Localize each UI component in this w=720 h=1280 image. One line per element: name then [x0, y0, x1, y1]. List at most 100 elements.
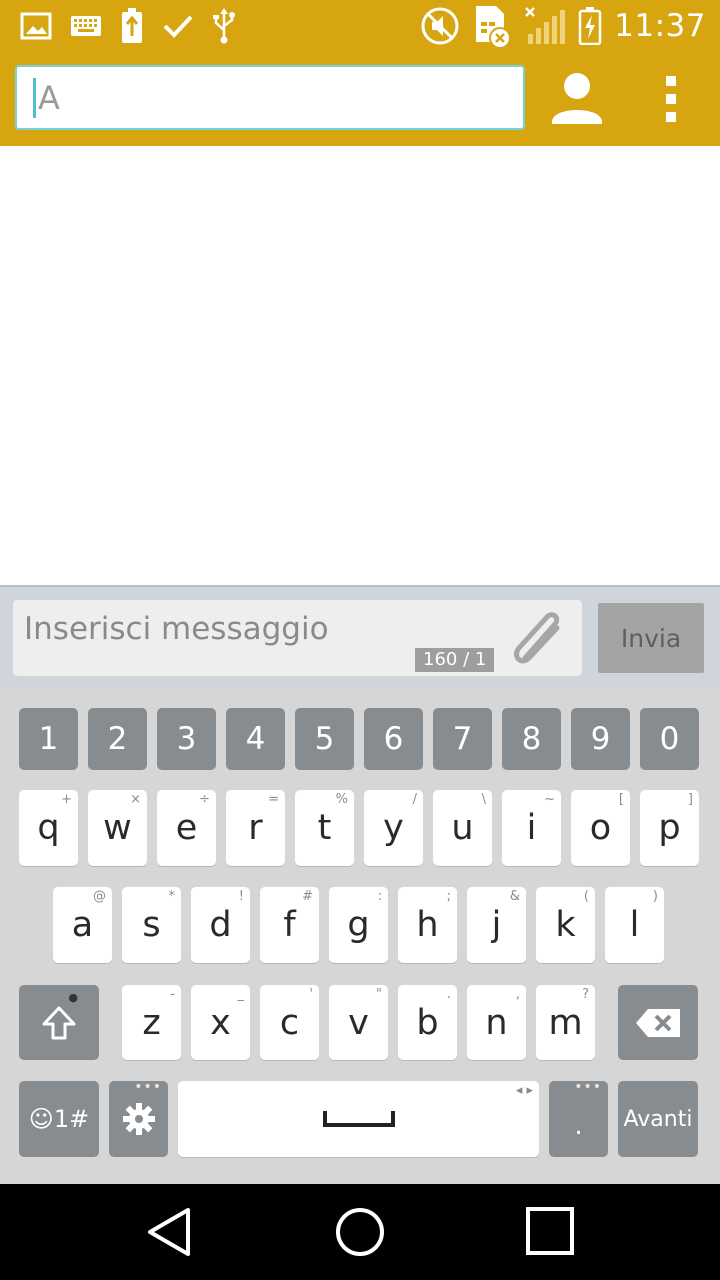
key-label: 6	[383, 721, 404, 757]
recipient-input[interactable]: A	[15, 65, 525, 130]
letter-key-d[interactable]: ! d	[191, 887, 250, 963]
message-input[interactable]: Inserisci messaggio 160 / 1	[13, 600, 582, 676]
status-left-icons	[0, 8, 256, 44]
key-label: u	[451, 808, 474, 848]
letter-key-p[interactable]: ] p	[640, 790, 699, 866]
key-label: k	[555, 905, 576, 945]
send-button[interactable]: Invia	[598, 603, 704, 673]
number-key-3[interactable]: 3	[157, 708, 216, 770]
key-label: r	[248, 808, 263, 848]
contact-picker-icon[interactable]	[548, 68, 606, 128]
letter-key-z[interactable]: -z	[122, 985, 181, 1060]
key-hint: +	[61, 792, 72, 807]
number-key-7[interactable]: 7	[433, 708, 492, 770]
key-label: s	[142, 905, 161, 945]
backspace-key[interactable]	[618, 985, 698, 1060]
recipient-input-value: A	[38, 78, 60, 117]
key-hint: "	[376, 987, 382, 1002]
space-key[interactable]: ◂ ▸	[178, 1081, 539, 1157]
back-icon[interactable]	[142, 1204, 202, 1260]
letter-key-r[interactable]: = r	[226, 790, 285, 866]
key-hint: *	[168, 889, 176, 904]
period-key[interactable]: ••• .	[549, 1079, 608, 1157]
key-hint: )	[652, 889, 658, 904]
letter-key-q[interactable]: + q	[19, 790, 78, 866]
key-hint: ÷	[199, 792, 210, 807]
sim-error-icon	[476, 6, 512, 48]
letter-key-b[interactable]: .b	[398, 985, 457, 1060]
letter-key-f[interactable]: # f	[260, 887, 319, 963]
letter-key-u[interactable]: \ u	[433, 790, 492, 866]
enter-key[interactable]: Avanti	[618, 1081, 698, 1157]
letter-key-s[interactable]: * s	[122, 887, 181, 963]
key-label: 5	[314, 721, 335, 757]
key-hint: .	[446, 987, 451, 1002]
key-label: l	[629, 905, 640, 945]
letter-key-n[interactable]: ,n	[467, 985, 526, 1060]
letter-key-j[interactable]: & j	[467, 887, 526, 963]
shift-lock-indicator: ●	[68, 991, 79, 1004]
attachment-icon[interactable]	[507, 606, 573, 670]
letter-key-e[interactable]: ÷ e	[157, 790, 216, 866]
letter-key-o[interactable]: [o	[571, 790, 630, 866]
key-hint: ×	[130, 792, 141, 807]
period-key-label: .	[574, 1111, 583, 1141]
settings-more-indicator: •••	[134, 1079, 162, 1095]
key-label: 2	[107, 721, 128, 757]
signal-icon	[525, 7, 566, 44]
letter-key-g[interactable]: :g	[329, 887, 388, 963]
number-key-8[interactable]: 8	[502, 708, 561, 770]
key-hint: =	[268, 792, 279, 807]
number-key-4[interactable]: 4	[226, 708, 285, 770]
recent-apps-icon[interactable]	[520, 1204, 580, 1260]
navigation-bar	[0, 1184, 720, 1280]
key-label: 1	[38, 721, 59, 757]
key-hint: '	[309, 987, 313, 1002]
battery-charging-icon	[578, 7, 602, 45]
check-icon	[163, 15, 193, 38]
letter-key-i[interactable]: ~ i	[502, 790, 561, 866]
letter-key-y[interactable]: / y	[364, 790, 423, 866]
letter-key-l[interactable]: ) l	[605, 887, 664, 963]
keyboard-icon	[71, 16, 101, 36]
key-hint: &	[509, 889, 520, 904]
letter-key-a[interactable]: @ a	[53, 887, 112, 963]
key-label: 0	[659, 721, 680, 757]
backspace-icon	[636, 1008, 680, 1037]
number-key-1[interactable]: 1	[19, 708, 78, 770]
character-counter: 160 / 1	[415, 648, 495, 672]
key-hint: #	[302, 889, 313, 904]
number-key-2[interactable]: 2	[88, 708, 147, 770]
compose-bar: Inserisci messaggio 160 / 1 Invia	[0, 585, 720, 688]
key-label: o	[589, 808, 612, 848]
letter-key-t[interactable]: % t	[295, 790, 354, 866]
key-label: 3	[176, 721, 197, 757]
key-label: q	[37, 808, 60, 848]
home-icon[interactable]	[330, 1204, 390, 1260]
key-label: c	[279, 1002, 300, 1043]
number-key-5[interactable]: 5	[295, 708, 354, 770]
language-switch-indicator: ◂ ▸	[515, 1083, 533, 1098]
letter-key-w[interactable]: × w	[88, 790, 147, 866]
number-key-0[interactable]: 0	[640, 708, 699, 770]
key-label: n	[485, 1002, 508, 1043]
battery-saver-icon	[122, 8, 142, 43]
key-label: h	[416, 905, 439, 945]
letter-key-h[interactable]: ; h	[398, 887, 457, 963]
letter-key-c[interactable]: ' c	[260, 985, 319, 1060]
letter-key-m[interactable]: ? m	[536, 985, 595, 1060]
settings-key[interactable]: •••	[109, 1079, 168, 1157]
key-hint: %	[335, 792, 348, 807]
letter-key-k[interactable]: (k	[536, 887, 595, 963]
usb-icon	[213, 8, 235, 44]
key-label: 9	[590, 721, 611, 757]
more-options-icon[interactable]	[658, 70, 686, 128]
number-key-6[interactable]: 6	[364, 708, 423, 770]
shift-key[interactable]: ●	[19, 985, 99, 1060]
symbols-key[interactable]: ☺1#	[19, 1081, 99, 1157]
letter-key-v[interactable]: " v	[329, 985, 388, 1060]
key-label: b	[416, 1002, 439, 1043]
number-key-9[interactable]: 9	[571, 708, 630, 770]
letter-key-x[interactable]: _ x	[191, 985, 250, 1060]
key-label: a	[71, 905, 94, 945]
